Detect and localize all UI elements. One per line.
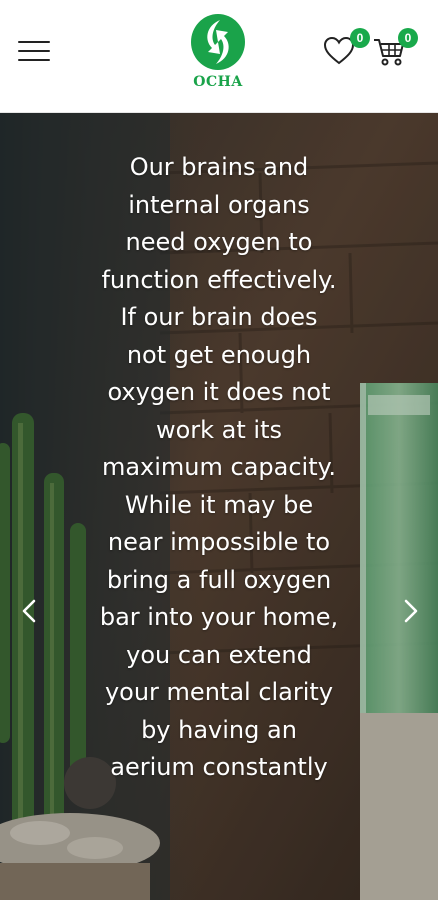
- menu-bar: [18, 41, 50, 43]
- logo-text: OCHA: [193, 74, 243, 90]
- chevron-left-icon: [22, 599, 36, 623]
- wishlist-count-badge: 0: [350, 28, 370, 48]
- wishlist-button[interactable]: 0: [322, 28, 370, 70]
- hero-description: Our brains and internal organs need oxyg…: [99, 153, 339, 781]
- logo-mark-icon: [191, 14, 245, 70]
- chevron-right-icon: [404, 599, 418, 623]
- cart-count-badge: 0: [398, 28, 418, 48]
- menu-bar: [18, 50, 50, 52]
- site-header: OCHA 0 0: [0, 0, 438, 113]
- slider-prev-button[interactable]: [16, 597, 44, 625]
- menu-bar: [18, 59, 50, 61]
- menu-button[interactable]: [18, 40, 52, 64]
- logo[interactable]: OCHA: [186, 12, 250, 94]
- slider-next-button[interactable]: [396, 597, 424, 625]
- cart-button[interactable]: 0: [372, 28, 418, 70]
- hero-slider: Our brains and internal organs need oxyg…: [0, 113, 438, 900]
